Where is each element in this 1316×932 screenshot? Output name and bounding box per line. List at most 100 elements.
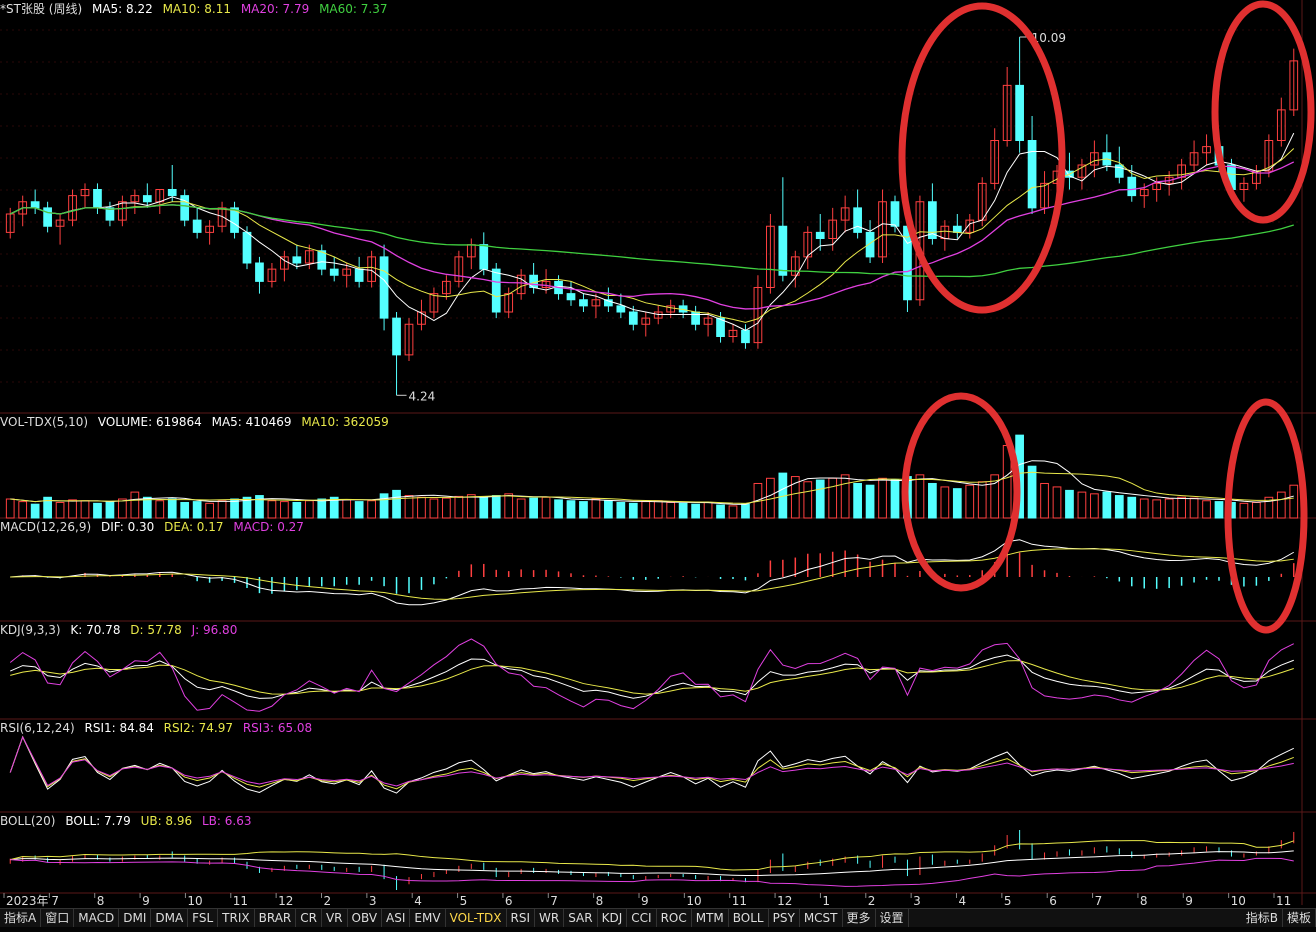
ma60-label: MA60: 7.37 (319, 2, 388, 16)
volume-bar (404, 495, 414, 519)
indicator-tab-4[interactable]: DMA (151, 909, 189, 927)
indicator-tab-24[interactable]: 更多 (843, 909, 876, 927)
candle-body (741, 329, 750, 344)
volume-bar (1189, 497, 1199, 519)
volume-bar (1239, 502, 1249, 519)
x-axis-label: 11 (732, 894, 747, 908)
volume-bar (741, 503, 750, 519)
indicator-tab-1[interactable]: 窗口 (41, 909, 75, 927)
indicator-tab-22[interactable]: PSY (769, 909, 800, 927)
indicator-tab-9[interactable]: VR (322, 909, 348, 927)
volume-bar (915, 474, 925, 519)
x-axis-label: 11 (1276, 894, 1291, 908)
kdj-k: K: 70.78 (70, 623, 121, 637)
indicator-tab-20[interactable]: MTM (692, 909, 729, 927)
volume-bar (940, 486, 950, 519)
indicator-right-tab-1[interactable]: 模板 (1283, 909, 1316, 927)
x-axis-label: 10 (187, 894, 202, 908)
volume-bar (118, 498, 127, 519)
volume-bar (417, 496, 426, 519)
volume-bar (491, 495, 501, 519)
candle-body (142, 195, 152, 203)
vol-ma5: MA5: 410469 (211, 415, 292, 429)
indicator-right-tab-0[interactable]: 指标B (1242, 909, 1283, 927)
indicator-tab-7[interactable]: BRAR (255, 909, 297, 927)
volume-bar (55, 501, 65, 519)
annotation-circle (1211, 0, 1315, 224)
candle-body (292, 256, 302, 264)
rsi2-line (9, 735, 1294, 790)
indicator-tab-6[interactable]: TRIX (218, 909, 255, 927)
volume-bar (541, 496, 551, 519)
volume-bar (591, 498, 601, 519)
volume-bar (1090, 493, 1099, 519)
volume-bar (928, 482, 937, 519)
indicator-tab-18[interactable]: CCI (627, 909, 657, 927)
kdj-d: D: 57.78 (130, 623, 182, 637)
volume-bar (641, 501, 651, 519)
candle-body (928, 201, 937, 239)
volume-bar (803, 481, 813, 519)
x-axis-label: 3 (913, 894, 921, 908)
indicator-tab-19[interactable]: ROC (657, 909, 692, 927)
boll-ub: UB: 8.96 (140, 814, 193, 828)
indicator-tab-12[interactable]: EMV (410, 909, 446, 927)
volume-bar (392, 489, 401, 519)
volume-bar (68, 499, 77, 519)
indicator-tab-0[interactable]: 指标A (0, 909, 42, 927)
volume-bar (952, 488, 962, 519)
volume-bar (1139, 498, 1149, 519)
volume-bar (504, 493, 514, 519)
indicator-tab-14[interactable]: RSI (507, 909, 536, 927)
annotation-circle (1224, 398, 1308, 634)
volume-bar (317, 498, 327, 519)
indicator-tab-10[interactable]: OBV (348, 909, 383, 927)
indicator-tab-15[interactable]: WR (535, 909, 565, 927)
indicator-tab-13[interactable]: VOL-TDX (446, 909, 507, 927)
volume-bar (529, 497, 538, 519)
volume-bar (304, 500, 314, 519)
indicator-tab-25[interactable]: 设置 (876, 909, 909, 927)
volume-bar (93, 502, 102, 519)
volume-bar (1214, 501, 1224, 519)
indicator-tab-2[interactable]: MACD (74, 909, 120, 927)
x-axis-label: 2 (324, 894, 332, 908)
indicator-tab-23[interactable]: MCST (800, 909, 843, 927)
macd-panel-header: MACD(12,26,9) DIF: 0.30 DEA: 0.17 MACD: … (0, 518, 310, 536)
volume-bar (205, 502, 214, 519)
volume-bar (1289, 484, 1299, 519)
volume-bar (691, 503, 700, 519)
volume-bar (1152, 499, 1162, 519)
indicator-tab-3[interactable]: DMI (119, 909, 152, 927)
volume-bar (566, 500, 576, 519)
indicator-tab-16[interactable]: SAR (564, 909, 598, 927)
volume-bar (429, 498, 439, 519)
candle-body (616, 305, 626, 313)
rsi3-line (9, 735, 1294, 787)
indicator-tab-11[interactable]: ASI (382, 909, 411, 927)
volume-bar (1252, 501, 1261, 519)
volume-bar (379, 493, 389, 519)
x-axis-label: 7 (51, 894, 59, 908)
kdj-j: J: 96.80 (191, 623, 238, 637)
volume-bar (30, 503, 40, 519)
indicator-tabs: 指标A 窗口 MACD DMI DMA FSL TRIX BRAR CR VR OBV ASI EMV V… (0, 909, 909, 927)
volume-bar (167, 498, 177, 519)
volume-bar (1276, 491, 1286, 519)
candle-body (167, 189, 177, 197)
boll-title: BOLL(20) (0, 814, 56, 828)
ma10-label: MA10: 8.11 (162, 2, 231, 16)
stock-chart[interactable]: 10.094.242023年 7 8 9 10 11 12 2 3 4 5 6 7 8 9 10 11 12 1 2 3… (0, 0, 1316, 932)
rsi-3: RSI3: 65.08 (242, 721, 313, 735)
vol-panel-header: VOL-TDX(5,10) VOLUME: 619864 MA5: 410469… (0, 413, 395, 431)
indicator-tab-21[interactable]: BOLL (729, 909, 769, 927)
rsi-2: RSI2: 74.97 (163, 721, 234, 735)
indicator-tab-17[interactable]: KDJ (598, 909, 628, 927)
macd-macd: MACD: 0.27 (233, 520, 304, 534)
indicator-right-tabs: 指标B 模板 (1242, 909, 1316, 927)
indicator-tab-5[interactable]: FSL (188, 909, 219, 927)
indicator-tab-8[interactable]: CR (296, 909, 322, 927)
volume-bar (1065, 489, 1074, 519)
x-axis-label: 7 (1095, 894, 1103, 908)
volume-bar (354, 501, 364, 519)
